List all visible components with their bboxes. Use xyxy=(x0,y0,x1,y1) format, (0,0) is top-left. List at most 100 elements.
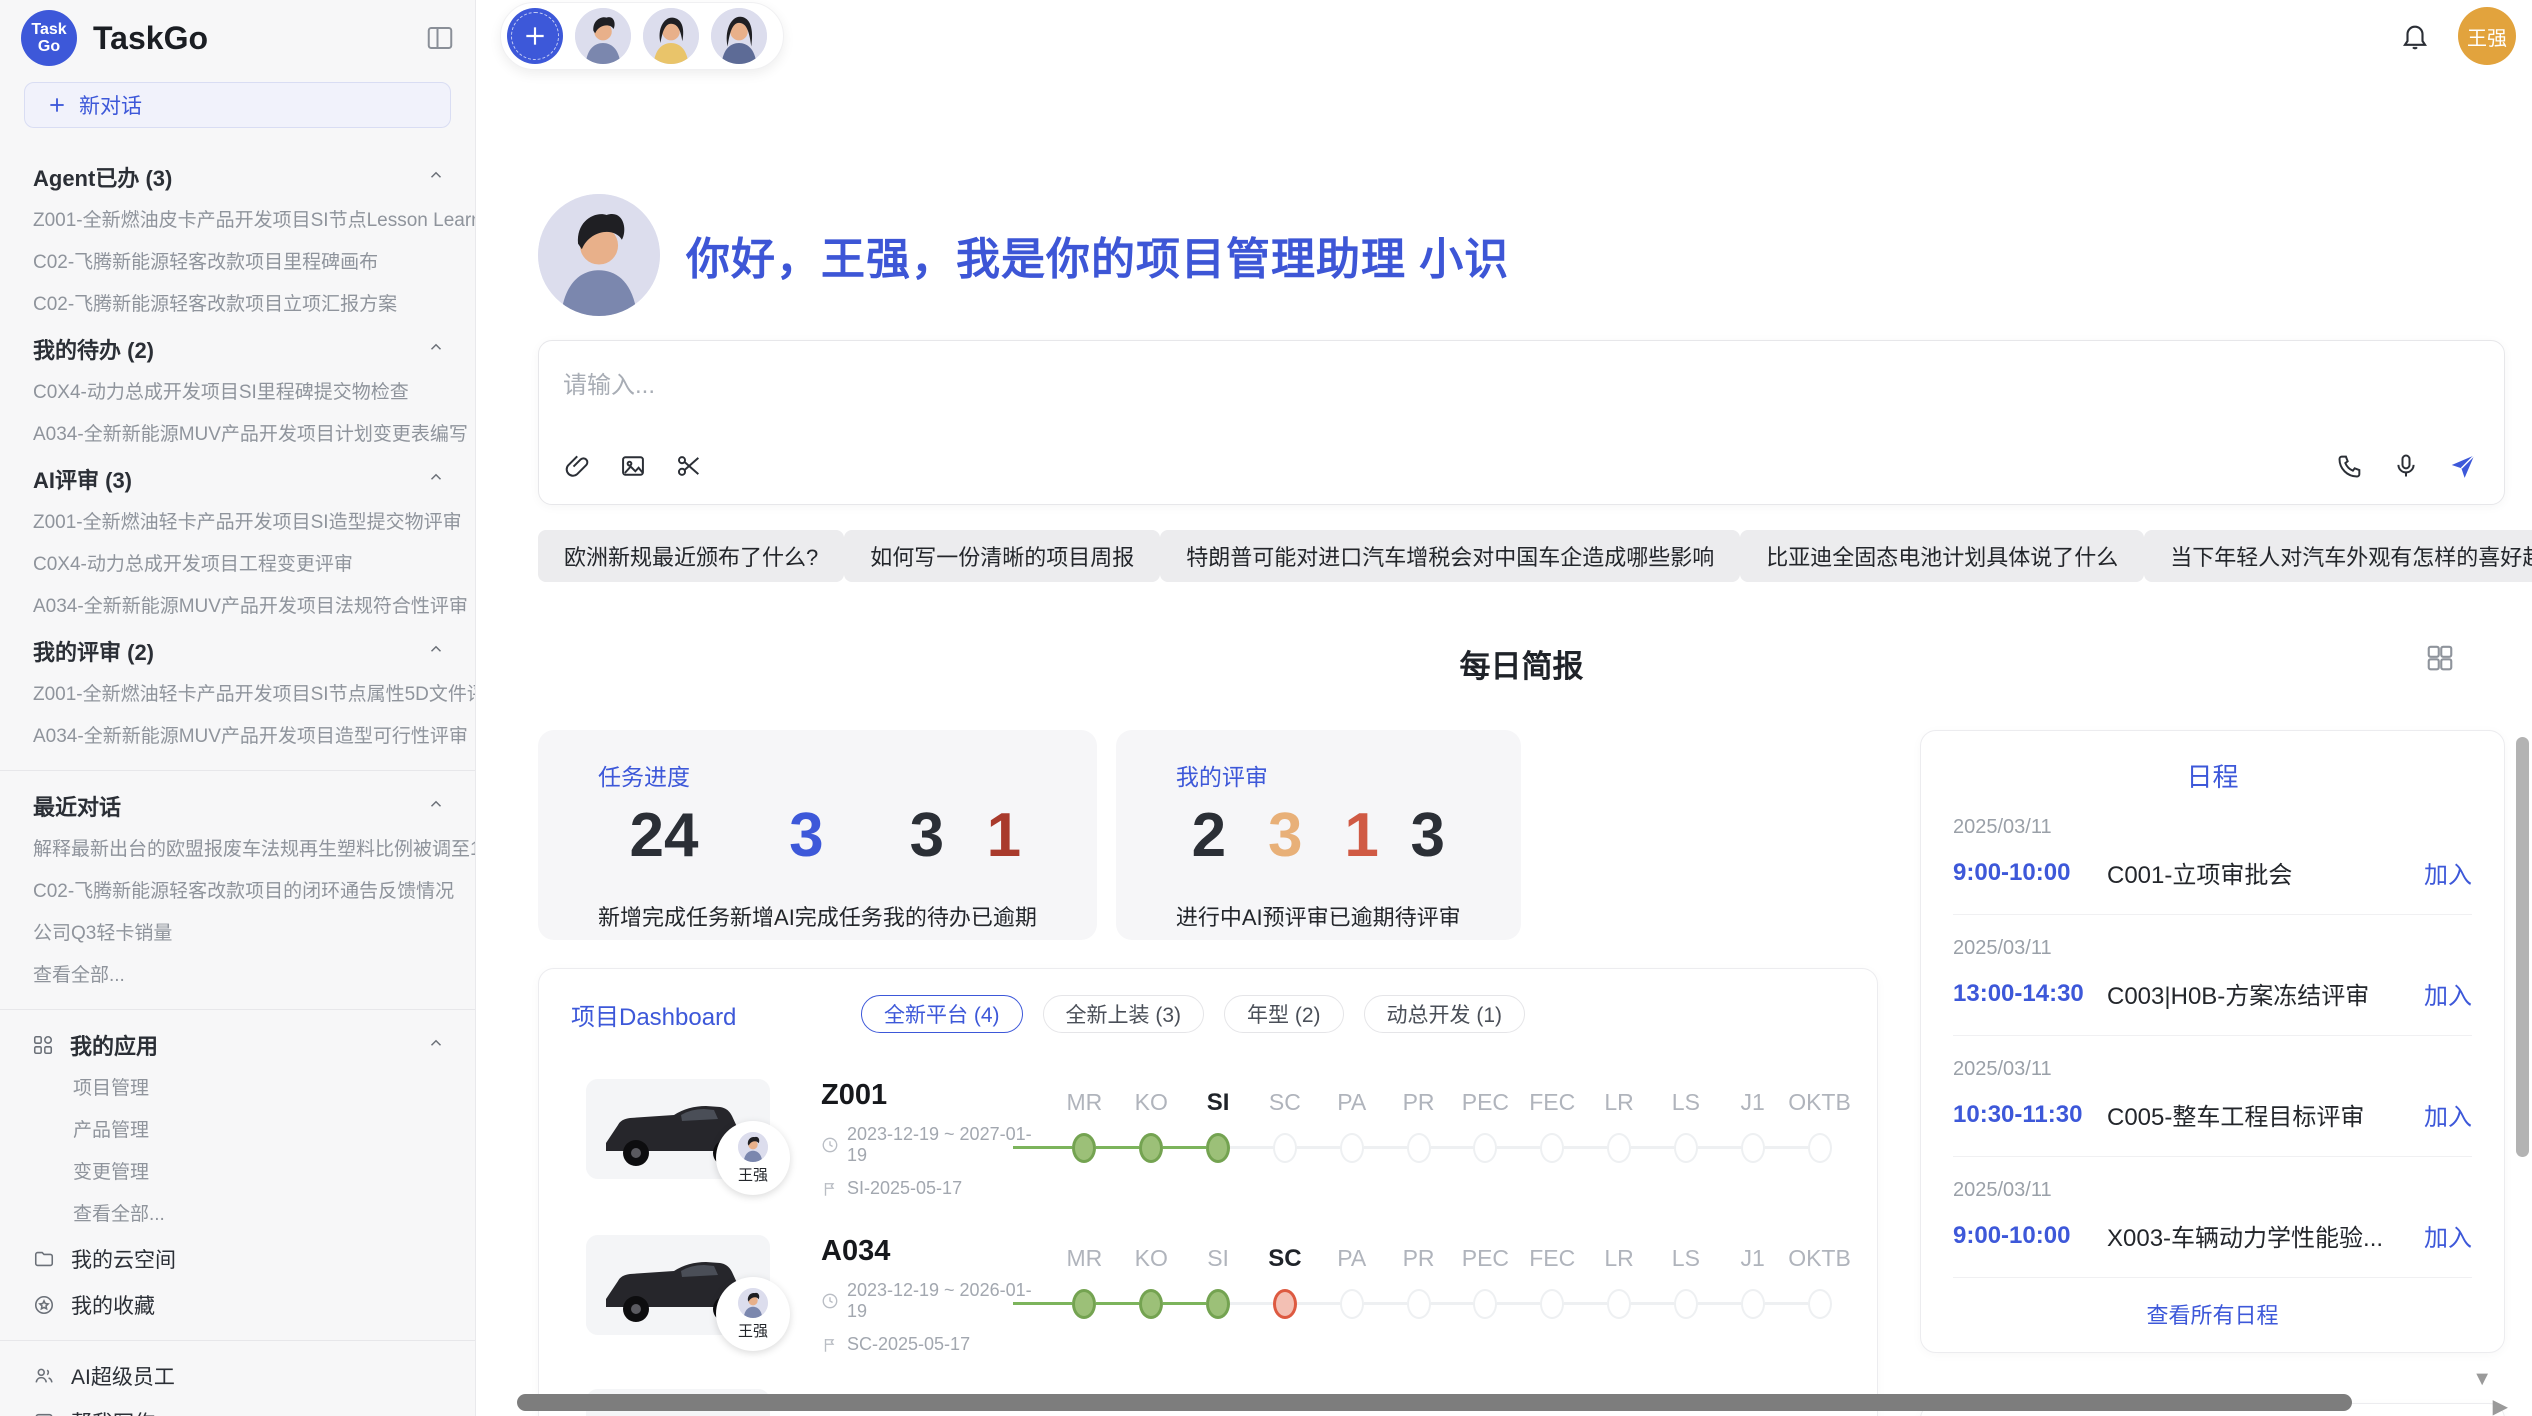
notification-bell-icon[interactable] xyxy=(2400,21,2430,51)
sidebar-task-item[interactable]: A034-全新新能源MUV产品开发项目法规符合性评审 xyxy=(0,586,475,628)
app-sub-item[interactable]: 查看全部... xyxy=(0,1194,475,1236)
sidebar-header: Task Go TaskGo xyxy=(0,0,475,70)
sidebar-section-header[interactable]: AI评审 (3) xyxy=(0,456,475,502)
stat-value: 2 xyxy=(1192,802,1226,870)
project-row[interactable]: 王强 A034 2023-12-19 ~ 2026-01-19 xyxy=(539,1235,1877,1345)
send-icon[interactable] xyxy=(2448,451,2478,486)
stat-label: AI预评审 xyxy=(1242,900,1329,932)
sidebar-section-header[interactable]: 我的待办 (2) xyxy=(0,326,475,372)
event-join-link[interactable]: 加入 xyxy=(2424,976,2472,1011)
stat-item: 2 进行中 xyxy=(1176,802,1242,932)
left-column: 任务进度 24 新增完成任务 3 xyxy=(538,730,1878,1416)
add-session-button[interactable] xyxy=(507,8,563,64)
recent-chat-item[interactable]: 解释最新出台的欧盟报废车法规再生塑料比例被调至15%... xyxy=(0,829,475,871)
horizontal-scrollbar[interactable] xyxy=(517,1394,2352,1411)
new-chat-button[interactable]: 新对话 xyxy=(24,82,451,128)
suggestion-chip[interactable]: 当下年轻人对汽车外观有怎样的喜好趋势 xyxy=(2144,530,2532,582)
event-join-link[interactable]: 加入 xyxy=(2424,1097,2472,1132)
milestone-oktb: OKTB xyxy=(1786,1079,1853,1189)
stat-label: 新增完成任务 xyxy=(598,900,730,932)
stat-card: 我的评审 2 进行中 3 xyxy=(1116,730,1521,940)
suggestion-chip[interactable]: 欧洲新规最近颁布了什么? xyxy=(538,530,844,582)
topbar: 王强 xyxy=(476,0,2532,72)
project-row[interactable]: 王强 Z001 2023-12-19 ~ 2027-01-19 xyxy=(539,1079,1877,1189)
layout-grid-icon[interactable] xyxy=(2425,643,2455,678)
scissors-icon[interactable] xyxy=(675,452,703,485)
recent-chat-item[interactable]: 公司Q3轻卡销量 xyxy=(0,913,475,955)
recent-chat-item[interactable]: C02-飞腾新能源轻客改款项目的闭环通告反馈情况 xyxy=(0,871,475,913)
vertical-scrollbar[interactable] xyxy=(2516,737,2529,1157)
view-all-schedule-link[interactable]: 查看所有日程 xyxy=(1953,1278,2472,1340)
event-time: 9:00-10:00 xyxy=(1953,1222,2107,1250)
app-sub-item[interactable]: 项目管理 xyxy=(0,1068,475,1110)
schedule-event: 2025/03/11 9:00-10:00 X003-车辆动力学性能验... 加… xyxy=(1953,1157,2472,1278)
sidebar-section-header[interactable]: Agent已办 (3) xyxy=(0,154,475,200)
session-avatar-2[interactable] xyxy=(643,8,699,64)
project-dashboard-card: 项目Dashboard 全新平台 (4) 全新上装 (3) 年型 (2) 动总开… xyxy=(538,968,1878,1416)
dashboard-header: 项目Dashboard 全新平台 (4) 全新上装 (3) 年型 (2) 动总开… xyxy=(539,995,1877,1033)
session-avatar-1[interactable] xyxy=(575,8,631,64)
my-apps-header[interactable]: 我的应用 xyxy=(0,1022,475,1068)
app-sub-item[interactable]: 产品管理 xyxy=(0,1110,475,1152)
stat-item: 1 已逾期 xyxy=(1329,802,1395,932)
divider xyxy=(0,1009,475,1010)
sidebar-task-item[interactable]: C0X4-动力总成开发项目SI里程碑提交物检查 xyxy=(0,372,475,414)
favorites-label: 我的收藏 xyxy=(71,1290,155,1320)
project-owner-badge: 王强 xyxy=(716,1277,790,1351)
attachment-icon[interactable] xyxy=(563,452,591,485)
scroll-right-arrow-icon[interactable]: ▶ xyxy=(2493,1394,2508,1416)
sidebar-item-ai-super-staff[interactable]: AI超级员工 xyxy=(0,1353,475,1399)
sidebar-task-item[interactable]: A034-全新新能源MUV产品开发项目造型可行性评审 xyxy=(0,716,475,758)
chevron-up-icon[interactable] xyxy=(427,1032,445,1058)
dashboard-filter-chip[interactable]: 全新平台 (4) xyxy=(861,995,1023,1033)
dashboard-title: 项目Dashboard xyxy=(571,997,861,1032)
sidebar-item-help-me-write[interactable]: 帮我写作 xyxy=(0,1399,475,1416)
event-date: 2025/03/11 xyxy=(1953,937,2472,960)
sidebar-task-item[interactable]: C0X4-动力总成开发项目工程变更评审 xyxy=(0,544,475,586)
sidebar-task-item[interactable]: Z001-全新燃油轻卡产品开发项目SI节点属性5D文件评审 xyxy=(0,674,475,716)
chevron-up-icon[interactable] xyxy=(427,466,445,492)
milestone-si: SI xyxy=(1185,1079,1252,1189)
chevron-up-icon[interactable] xyxy=(427,793,445,819)
event-join-link[interactable]: 加入 xyxy=(2424,855,2472,890)
milestone-oktb: OKTB xyxy=(1786,1235,1853,1345)
assistant-avatar xyxy=(538,194,660,316)
sidebar-task-item[interactable]: Z001-全新燃油轻卡产品开发项目SI造型提交物评审 xyxy=(0,502,475,544)
apps-grid-icon xyxy=(32,1034,54,1056)
sidebar-task-item[interactable]: C02-飞腾新能源轻客改款项目里程碑画布 xyxy=(0,242,475,284)
suggestion-chip[interactable]: 特朗普可能对进口汽车增税会对中国车企造成哪些影响 xyxy=(1160,530,1740,582)
chevron-up-icon[interactable] xyxy=(427,164,445,190)
microphone-icon[interactable] xyxy=(2392,452,2420,485)
dashboard-filter-chip[interactable]: 动总开发 (1) xyxy=(1364,995,1526,1033)
milestone-pec: PEC xyxy=(1452,1235,1519,1345)
sidebar-task-item[interactable]: A034-全新新能源MUV产品开发项目计划变更表编写 xyxy=(0,414,475,456)
user-avatar[interactable]: 王强 xyxy=(2458,7,2516,65)
recent-chat-item[interactable]: 查看全部... xyxy=(0,955,475,997)
event-date: 2025/03/11 xyxy=(1953,1058,2472,1081)
event-join-link[interactable]: 加入 xyxy=(2424,1218,2472,1253)
dashboard-filter-chip[interactable]: 全新上装 (3) xyxy=(1043,995,1205,1033)
project-date-range: 2023-12-19 ~ 2027-01-19 xyxy=(847,1124,1051,1166)
app-sub-item[interactable]: 变更管理 xyxy=(0,1152,475,1194)
chat-input[interactable] xyxy=(539,341,2504,451)
sidebar-section-header[interactable]: 我的评审 (2) xyxy=(0,628,475,674)
chevron-up-icon[interactable] xyxy=(427,638,445,664)
phone-icon[interactable] xyxy=(2336,452,2364,485)
sidebar-item-cloud-space[interactable]: 我的云空间 xyxy=(0,1236,475,1282)
suggestion-chip[interactable]: 如何写一份清晰的项目周报 xyxy=(844,530,1160,582)
chevron-up-icon[interactable] xyxy=(427,336,445,362)
event-title: C001-立项审批会 xyxy=(2107,855,2424,890)
scroll-down-arrow-icon[interactable]: ▼ xyxy=(2472,1368,2492,1391)
collapse-sidebar-icon[interactable] xyxy=(425,23,455,53)
dashboard-filter-chip[interactable]: 年型 (2) xyxy=(1224,995,1344,1033)
sidebar-task-item[interactable]: Z001-全新燃油皮卡产品开发项目SI节点Lesson Learn报告 xyxy=(0,200,475,242)
milestone-dot xyxy=(1808,1133,1832,1163)
image-upload-icon[interactable] xyxy=(619,452,647,485)
session-avatar-3[interactable] xyxy=(711,8,767,64)
recent-chats-header[interactable]: 最近对话 xyxy=(0,783,475,829)
suggestion-chip[interactable]: 比亚迪全固态电池计划具体说了什么 xyxy=(1740,530,2144,582)
sidebar-item-favorites[interactable]: 我的收藏 xyxy=(0,1282,475,1328)
sidebar-task-item[interactable]: C02-飞腾新能源轻客改款项目立项汇报方案 xyxy=(0,284,475,326)
milestone-dot xyxy=(1540,1289,1564,1319)
help-me-write-label: 帮我写作 xyxy=(71,1407,155,1416)
